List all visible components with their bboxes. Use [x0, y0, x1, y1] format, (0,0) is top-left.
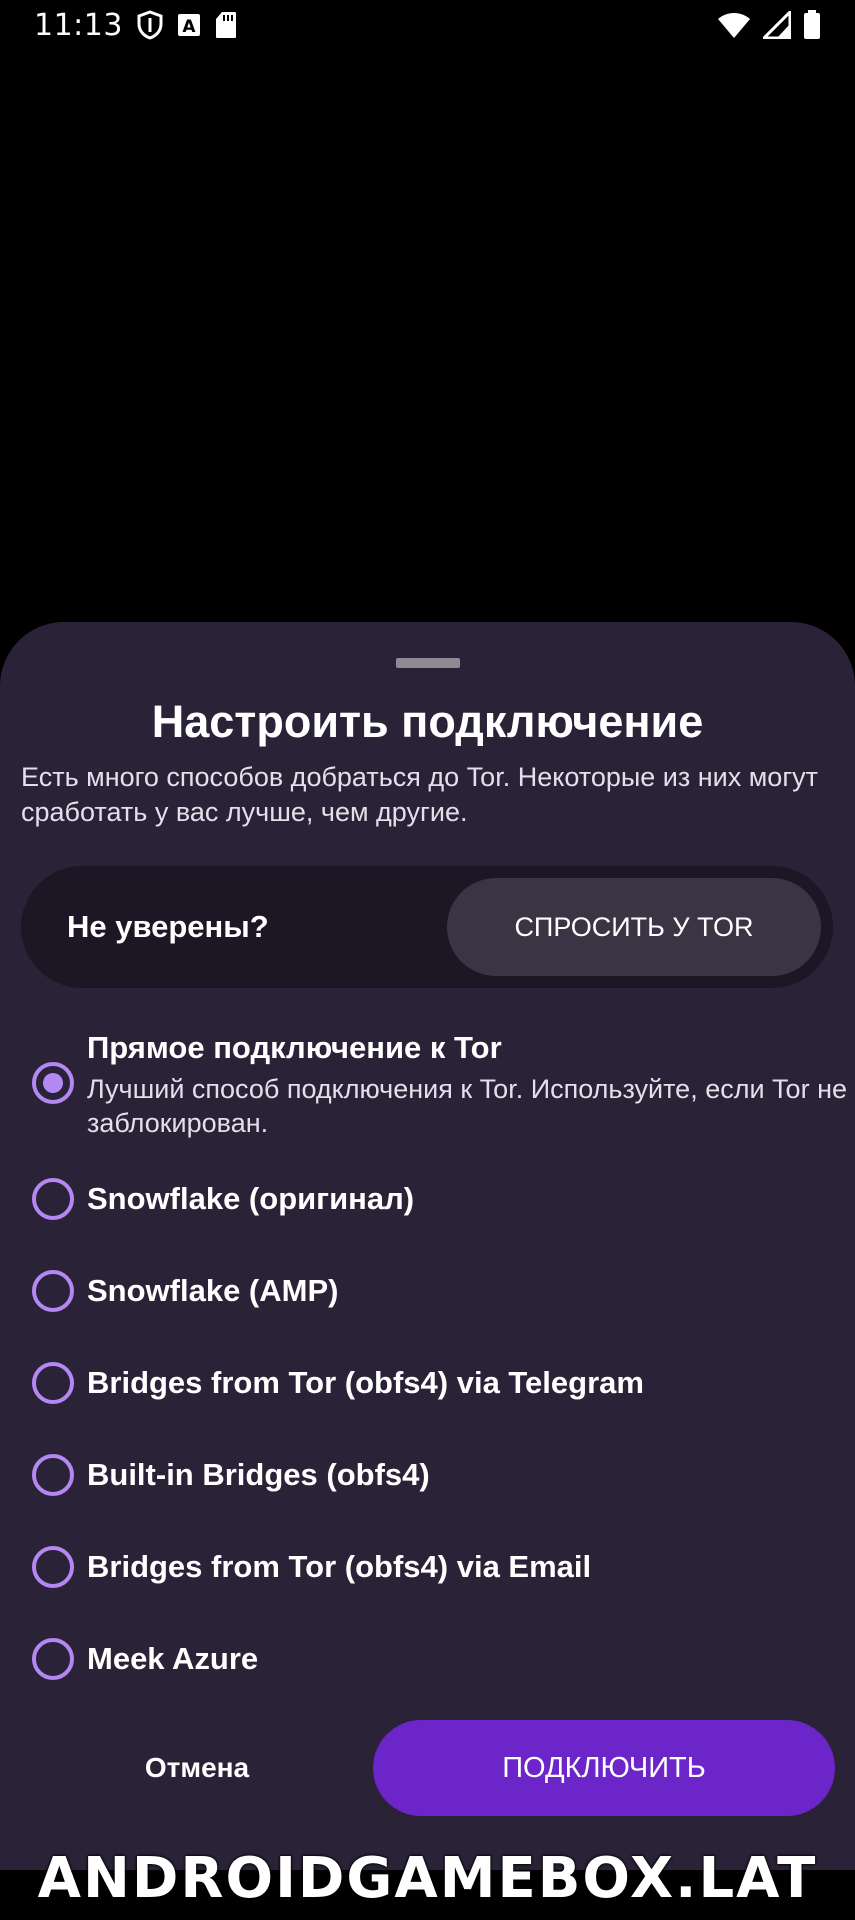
status-right — [717, 10, 821, 40]
status-time: 11:13 — [34, 7, 123, 43]
option-meek-azure[interactable]: Meek Azure — [0, 1638, 855, 1708]
option-title: Built-in Bridges (obfs4) — [87, 1457, 430, 1492]
radio-icon[interactable] — [32, 1546, 74, 1588]
svg-text:A: A — [182, 17, 196, 37]
shield-icon — [137, 10, 163, 40]
cell-signal-icon — [763, 11, 791, 39]
cancel-button[interactable]: Отмена — [60, 1720, 334, 1816]
option-snowflake-amp[interactable]: Snowflake (AMP) — [0, 1270, 855, 1340]
watermark: ANDROIDGAMEBOX.LAT — [37, 1846, 818, 1911]
screen: 11:13 A Настроить подключение Есть много… — [0, 0, 855, 1920]
battery-icon — [803, 10, 821, 40]
option-title: Snowflake (AMP) — [87, 1273, 339, 1308]
radio-icon[interactable] — [32, 1454, 74, 1496]
radio-icon[interactable] — [32, 1270, 74, 1312]
radio-icon[interactable] — [32, 1638, 74, 1680]
radio-icon[interactable] — [32, 1362, 74, 1404]
wifi-icon — [717, 11, 751, 39]
option-builtin-bridges[interactable]: Built-in Bridges (obfs4) — [0, 1454, 855, 1524]
option-bridges-email[interactable]: Bridges from Tor (obfs4) via Email — [0, 1546, 855, 1616]
sheet-title: Настроить подключение — [151, 696, 704, 747]
connect-button[interactable]: ПОДКЛЮЧИТЬ — [373, 1720, 835, 1816]
option-bridges-telegram[interactable]: Bridges from Tor (obfs4) via Telegram — [0, 1362, 855, 1432]
connection-bottom-sheet: Настроить подключение Есть много способо… — [0, 622, 855, 1870]
sheet-description: Есть много способов добраться до Tor. Не… — [21, 762, 819, 827]
status-left: 11:13 A — [34, 8, 237, 43]
option-title: Bridges from Tor (obfs4) via Telegram — [87, 1365, 644, 1400]
drag-handle[interactable] — [396, 658, 460, 668]
status-bar: 11:13 A — [0, 0, 855, 50]
option-description: Лучший способ подключения к Tor. Использ… — [87, 1074, 847, 1138]
option-title: Meek Azure — [87, 1641, 259, 1676]
option-title: Snowflake (оригинал) — [87, 1181, 415, 1216]
option-title: Bridges from Tor (obfs4) via Email — [87, 1549, 592, 1584]
option-direct[interactable]: Прямое подключение к Tor Лучший способ п… — [0, 1022, 855, 1142]
sd-card-icon — [215, 11, 237, 39]
radio-checked-icon[interactable] — [32, 1062, 74, 1104]
unsure-label: Не уверены? — [67, 909, 269, 944]
font-a-icon: A — [177, 13, 201, 37]
radio-icon[interactable] — [32, 1178, 74, 1220]
option-snowflake[interactable]: Snowflake (оригинал) — [0, 1178, 855, 1248]
ask-tor-button[interactable]: СПРОСИТЬ У TOR — [447, 878, 821, 976]
option-title: Прямое подключение к Tor — [87, 1030, 502, 1065]
unsure-card: Не уверены? СПРОСИТЬ У TOR — [21, 866, 833, 988]
